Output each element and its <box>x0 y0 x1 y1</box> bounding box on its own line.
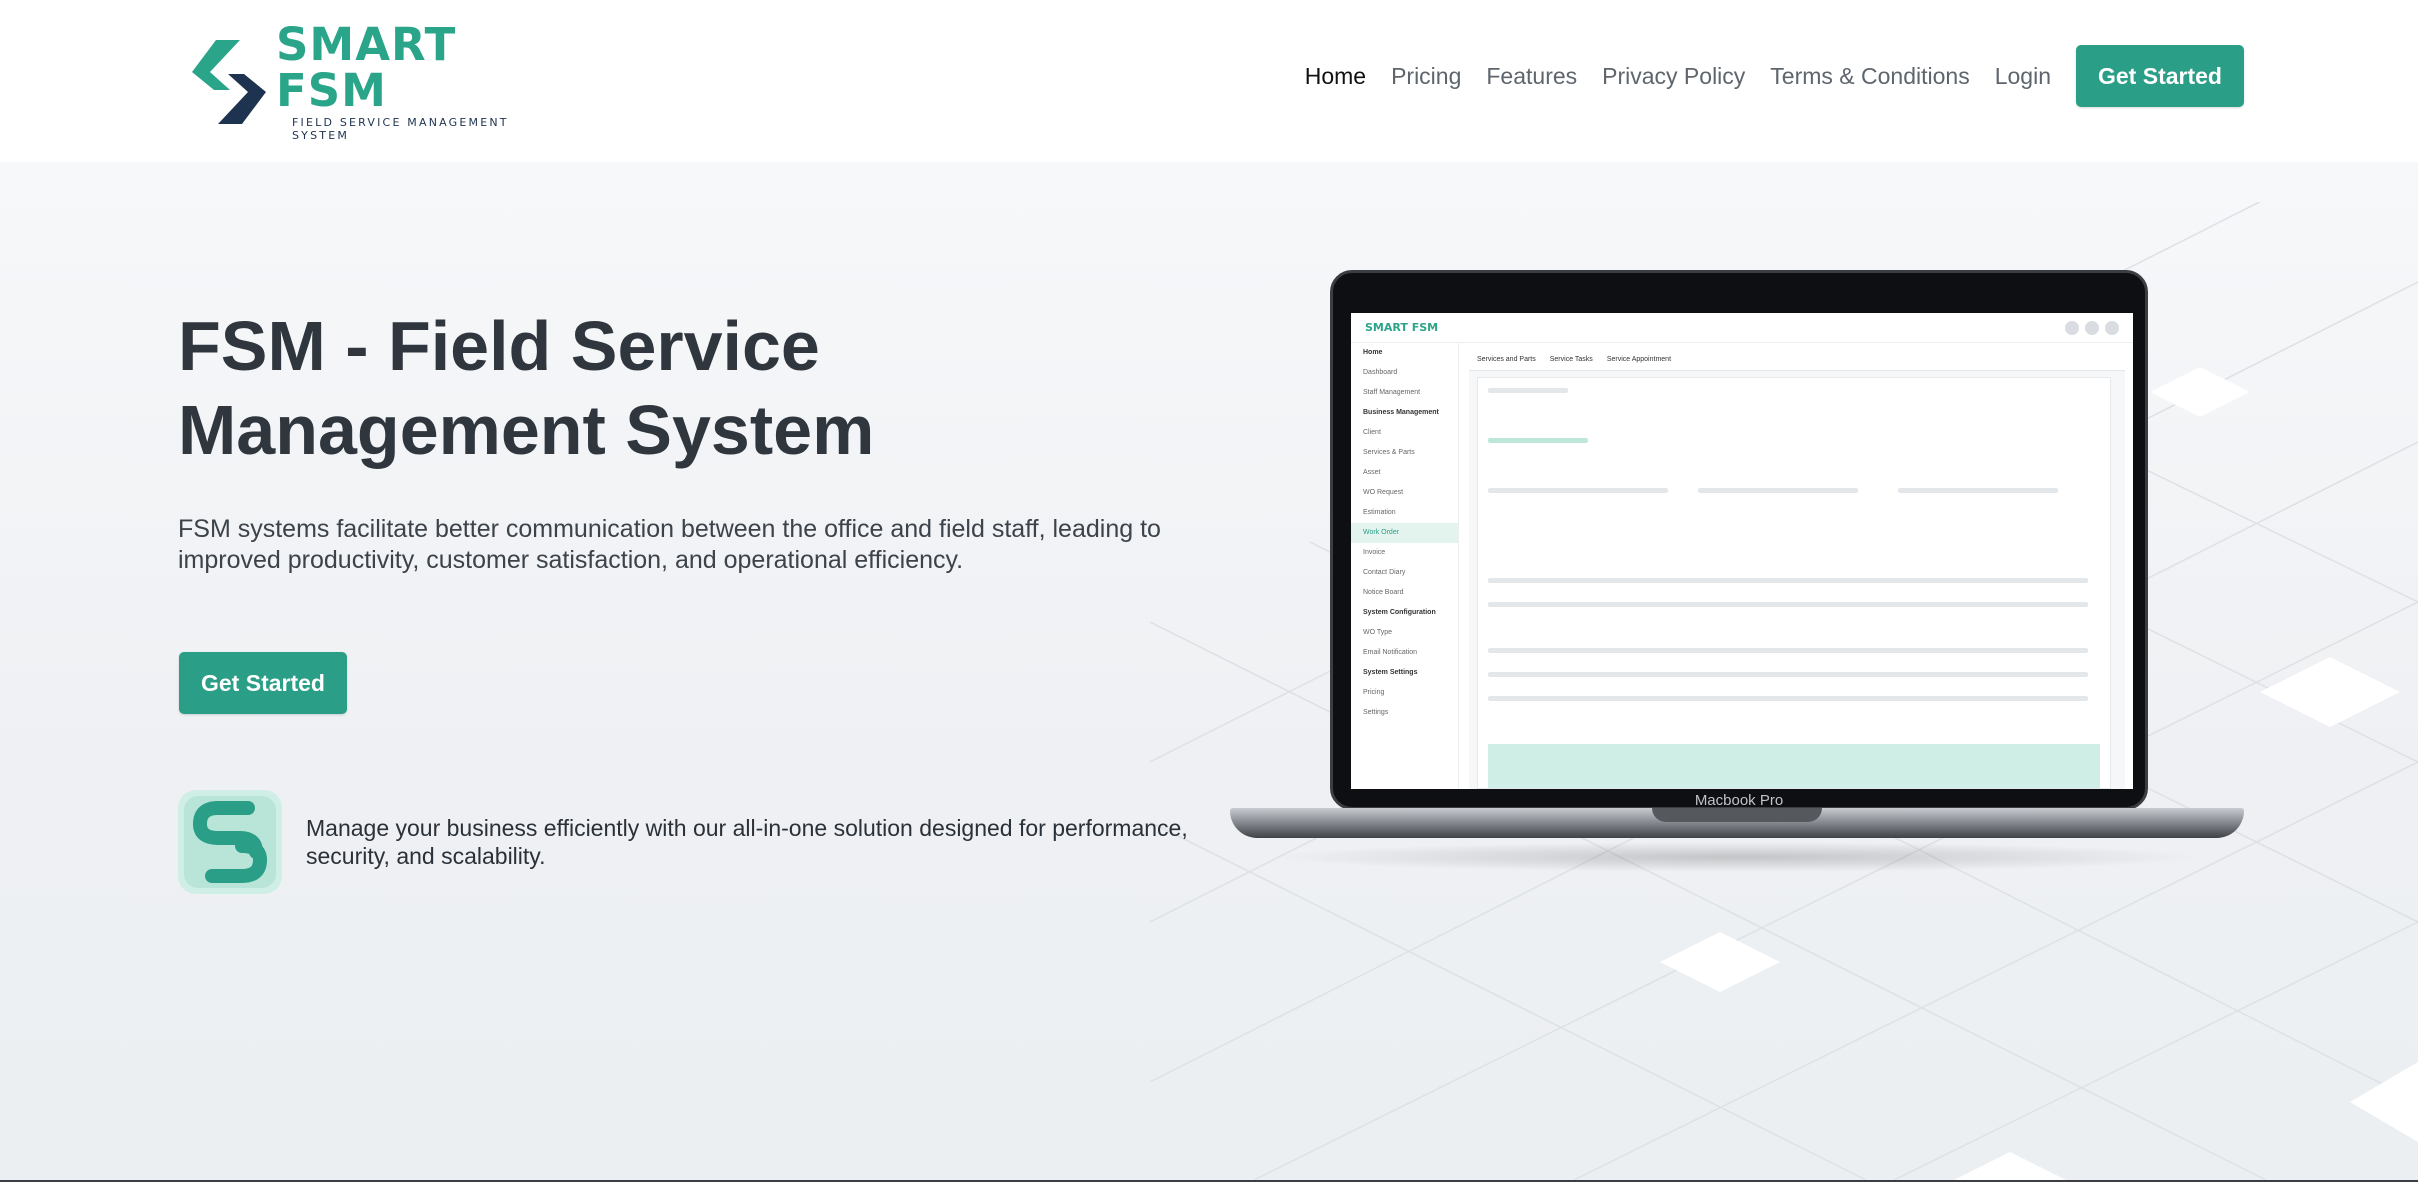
app-sidebar-item: Services & Parts <box>1363 449 1415 456</box>
app-sidebar-item: Pricing <box>1363 689 1385 696</box>
app-topbar: SMART FSM <box>1351 313 2133 343</box>
app-tab: Services and Parts <box>1477 356 1536 363</box>
app-sidebar-item: Settings <box>1363 709 1389 716</box>
app-sidebar-item: Contact Diary <box>1363 569 1406 576</box>
laptop-lid: SMART FSM Home Dashboard Staff Managemen… <box>1330 270 2148 810</box>
app-sidebar-item: WO Request <box>1363 489 1404 496</box>
placeholder-line <box>1488 696 2088 701</box>
placeholder-line <box>1488 488 1668 493</box>
nav-terms-conditions[interactable]: Terms & Conditions <box>1770 63 1969 90</box>
app-main-content: Services and Parts Service Tasks Service… <box>1469 349 2125 789</box>
logo-title: SMART FSM <box>276 18 457 117</box>
app-logo: SMART FSM <box>1365 321 1439 334</box>
placeholder-line <box>1488 648 2088 653</box>
placeholder-line <box>1488 388 1568 393</box>
nav-pricing[interactable]: Pricing <box>1391 63 1461 90</box>
main-nav: Home Pricing Features Privacy Policy Ter… <box>1305 45 2244 107</box>
app-sidebar-item: Work Order <box>1351 523 1458 543</box>
app-sidebar-item: Staff Management <box>1363 389 1421 396</box>
laptop-notch <box>1652 808 1822 822</box>
header-get-started-button[interactable]: Get Started <box>2076 45 2244 107</box>
settings-icon <box>2085 321 2099 335</box>
hero-section: FSM - Field Service Management System FS… <box>0 162 2418 1182</box>
app-tabs: Services and Parts Service Tasks Service… <box>1469 349 2125 371</box>
feature-highlight: Manage your business efficiently with ou… <box>178 790 1198 894</box>
placeholder-line <box>1698 488 1858 493</box>
logo-mark-icon <box>192 40 266 124</box>
app-sidebar-item: System Settings <box>1363 669 1418 676</box>
hero-get-started-button[interactable]: Get Started <box>179 652 347 714</box>
app-invoice-card <box>1477 377 2111 789</box>
laptop-label: Macbook Pro <box>1694 792 1784 809</box>
app-sidebar-item: Business Management <box>1363 409 1439 416</box>
app-grand-total-box <box>1488 744 2100 788</box>
site-header: SMART FSM FIELD SERVICE MANAGEMENT SYSTE… <box>0 0 2418 162</box>
app-sidebar-item: Email Notification <box>1363 649 1418 656</box>
nav-features[interactable]: Features <box>1486 63 1577 90</box>
app-sidebar: Home Dashboard Staff Management Business… <box>1351 343 1459 789</box>
app-sidebar-item: System Configuration <box>1363 609 1436 616</box>
laptop-screen: SMART FSM Home Dashboard Staff Managemen… <box>1351 313 2133 789</box>
brand-logo[interactable]: SMART FSM FIELD SERVICE MANAGEMENT SYSTE… <box>186 22 546 142</box>
app-topbar-icons <box>2059 321 2119 335</box>
placeholder-line <box>1488 438 1588 443</box>
feature-text: Manage your business efficiently with ou… <box>306 815 1188 869</box>
app-sidebar-item: WO Type <box>1363 629 1393 636</box>
app-sidebar-item: Notice Board <box>1363 589 1404 596</box>
avatar-icon <box>2105 321 2119 335</box>
app-sidebar-item: Dashboard <box>1363 369 1398 376</box>
nav-login[interactable]: Login <box>1995 63 2051 90</box>
app-sidebar-item: Client <box>1363 429 1381 436</box>
app-tab: Service Tasks <box>1549 356 1593 363</box>
app-tab: Service Appointment <box>1606 356 1672 363</box>
laptop-mockup: SMART FSM Home Dashboard Staff Managemen… <box>1230 270 2244 872</box>
app-sidebar-item: Asset <box>1363 469 1381 476</box>
app-sidebar-item: Estimation <box>1363 509 1396 516</box>
fsm-app-icon <box>178 790 282 894</box>
hero-description: FSM systems facilitate better communicat… <box>178 515 1161 574</box>
app-sidebar-item: Home <box>1363 349 1383 356</box>
laptop-shadow <box>1270 842 2204 872</box>
placeholder-line <box>1488 602 2088 607</box>
placeholder-line <box>1898 488 2058 493</box>
nav-home[interactable]: Home <box>1305 63 1366 90</box>
search-icon <box>2065 321 2079 335</box>
logo-subtitle: FIELD SERVICE MANAGEMENT SYSTEM <box>292 116 509 142</box>
placeholder-line <box>1488 578 2088 583</box>
hero-title: FSM - Field Service Management System <box>178 307 875 469</box>
placeholder-line <box>1488 672 2088 677</box>
nav-privacy-policy[interactable]: Privacy Policy <box>1602 63 1745 90</box>
app-sidebar-item: Invoice <box>1363 549 1386 556</box>
